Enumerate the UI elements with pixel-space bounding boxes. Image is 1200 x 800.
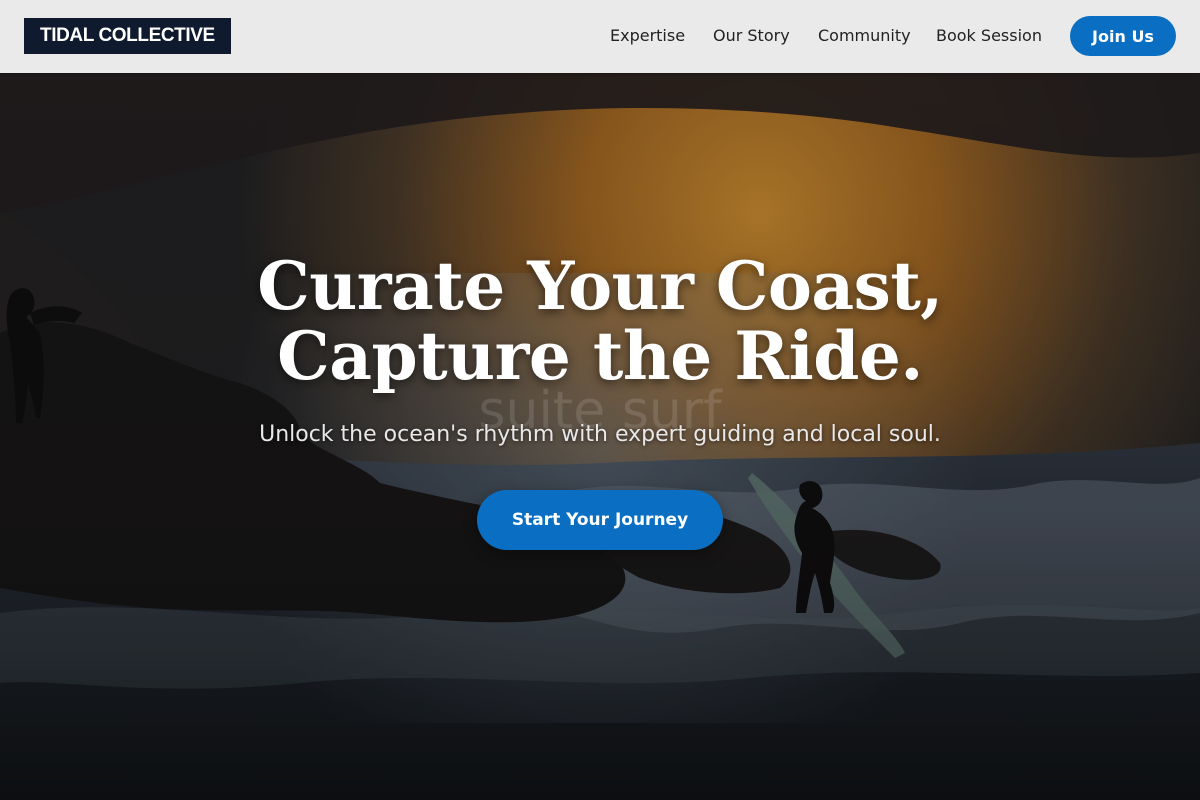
hero-title-line-2: Capture the Ride.	[277, 317, 923, 395]
nav-link-expertise[interactable]: Expertise	[610, 26, 685, 46]
nav-link-our-story[interactable]: Our Story	[713, 26, 790, 46]
site-header: TIDAL COLLECTIVE Expertise Our Story Com…	[0, 0, 1200, 73]
main-nav: Expertise Our Story Community Book Sessi…	[0, 0, 1200, 73]
nav-link-book-session[interactable]: Book Session	[936, 26, 1042, 46]
hero-title: Curate Your Coast, Capture the Ride.	[0, 251, 1200, 391]
hero-subtitle: Unlock the ocean's rhythm with expert gu…	[259, 422, 941, 447]
hero-section: suite surf Curate Your Coast, Capture th…	[0, 73, 1200, 800]
start-journey-button[interactable]: Start Your Journey	[477, 490, 723, 550]
join-us-button[interactable]: Join Us	[1070, 16, 1176, 56]
hero-title-line-1: Curate Your Coast,	[257, 247, 943, 325]
nav-link-community[interactable]: Community	[818, 26, 911, 46]
